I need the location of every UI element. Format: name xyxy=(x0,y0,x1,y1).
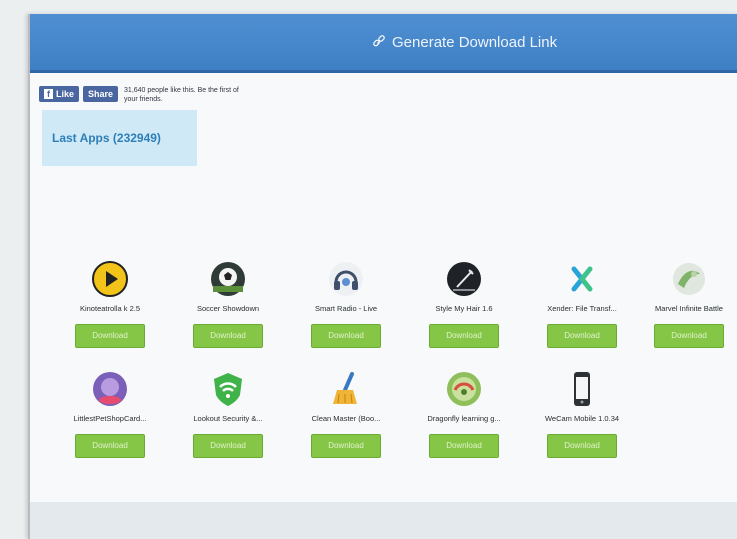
radio-headphones-icon xyxy=(329,262,363,296)
app-name[interactable]: Lookout Security &... xyxy=(169,414,287,424)
app-name[interactable]: Clean Master (Boo... xyxy=(287,414,405,424)
app-name[interactable]: Style My Hair 1.6 xyxy=(405,304,523,314)
bottom-strip xyxy=(30,502,737,539)
app-name[interactable]: Marvel Infinite Battle xyxy=(637,304,737,314)
section-title: Last Apps (232949) xyxy=(52,131,161,145)
social-bar: f Like Share 31,640 people like this. Be… xyxy=(39,86,254,104)
app-name[interactable]: Kinoteatrolla k 2.5 xyxy=(51,304,169,314)
download-button[interactable]: Download xyxy=(193,434,263,458)
download-button[interactable]: Download xyxy=(547,324,617,348)
xender-icon xyxy=(571,266,593,292)
app-card: Style My Hair 1.6 Download xyxy=(405,260,523,348)
app-card: WeCam Mobile 1.0.34 Download xyxy=(523,370,641,458)
download-button[interactable]: Download xyxy=(429,324,499,348)
browser-frame: Generate Download Link f Like Share 31,6… xyxy=(28,14,737,539)
broom-icon xyxy=(333,372,357,404)
app-card: Soccer Showdown Download xyxy=(169,260,287,348)
app-card: LittlestPetShopCard... Download xyxy=(51,370,169,458)
app-card: Smart Radio - Live Download xyxy=(287,260,405,348)
play-icon xyxy=(92,261,128,297)
app-card: Kinoteatrolla k 2.5 Download xyxy=(51,260,169,348)
app-name[interactable]: Soccer Showdown xyxy=(169,304,287,314)
share-label: Share xyxy=(88,89,114,99)
app-card: Clean Master (Boo... Download xyxy=(287,370,405,458)
dragonfly-icon xyxy=(447,372,481,406)
hair-style-icon xyxy=(447,262,481,296)
wifi-shield-icon xyxy=(214,373,242,406)
facebook-icon: f xyxy=(44,89,53,99)
link-icon xyxy=(373,35,385,47)
likes-count-text: 31,640 people like this. Be the first of… xyxy=(124,87,239,103)
pet-shop-icon xyxy=(93,372,127,406)
facebook-share-button[interactable]: Share xyxy=(83,86,119,102)
app-name[interactable]: LittlestPetShopCard... xyxy=(51,414,169,424)
download-button[interactable]: Download xyxy=(654,324,724,348)
generate-link-label: Generate Download Link xyxy=(392,33,558,51)
download-button[interactable]: Download xyxy=(75,324,145,348)
phone-icon xyxy=(574,372,590,406)
download-button[interactable]: Download xyxy=(547,434,617,458)
app-card: Marvel Infinite Battle Download xyxy=(637,260,737,348)
app-name[interactable]: Smart Radio - Live xyxy=(287,304,405,314)
facebook-like-button[interactable]: f Like xyxy=(39,86,80,102)
download-button[interactable]: Download xyxy=(429,434,499,458)
app-card: Lookout Security &... Download xyxy=(169,370,287,458)
last-apps-header: Last Apps (232949) xyxy=(42,110,197,166)
app-card: Xender: File Transf... Download xyxy=(523,260,641,348)
app-name[interactable]: Xender: File Transf... xyxy=(523,304,641,314)
download-button[interactable]: Download xyxy=(311,324,381,348)
like-label: Like xyxy=(56,89,75,99)
app-name[interactable]: WeCam Mobile 1.0.34 xyxy=(523,414,641,424)
download-button[interactable]: Download xyxy=(193,324,263,348)
generate-download-link[interactable]: Generate Download Link xyxy=(372,30,557,54)
top-bar: Generate Download Link xyxy=(30,14,737,73)
app-name[interactable]: Dragonfly learning g... xyxy=(405,414,523,424)
marvel-icon xyxy=(673,263,705,295)
download-button[interactable]: Download xyxy=(311,434,381,458)
soccer-ball-icon xyxy=(211,262,245,296)
app-card: Dragonfly learning g... Download xyxy=(405,370,523,458)
download-button[interactable]: Download xyxy=(75,434,145,458)
